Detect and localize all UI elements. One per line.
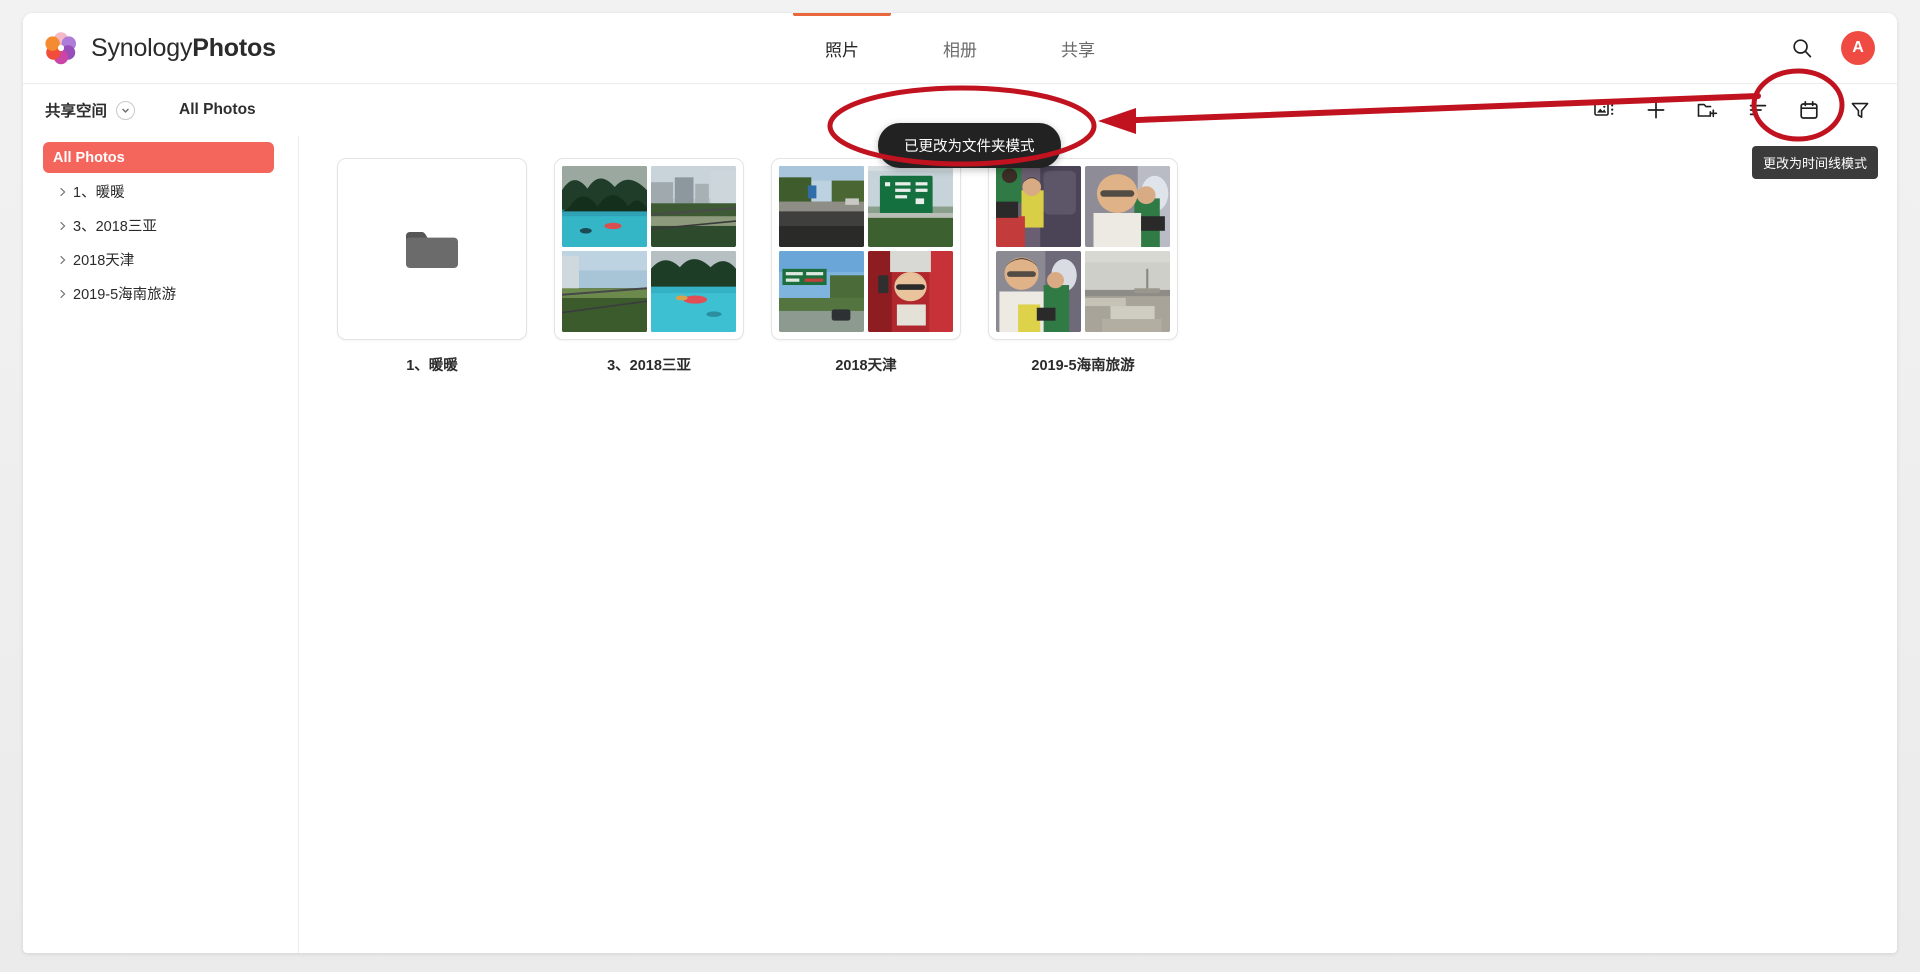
folder-title: 1、暖暖: [406, 358, 458, 374]
sidebar-item-all-photos[interactable]: All Photos: [43, 142, 274, 173]
tab-shared[interactable]: 共享: [1019, 13, 1137, 83]
toast-notification: 已更改为文件夹模式: [878, 123, 1061, 168]
folder-card[interactable]: 2018天津: [771, 158, 961, 375]
search-icon[interactable]: [1785, 31, 1819, 65]
photo-thumb-man-and-child-on-plane: [996, 251, 1081, 332]
gallery-view-icon[interactable]: [1588, 93, 1622, 127]
folder-card[interactable]: 2019-5海南旅游: [988, 158, 1178, 375]
chevron-right-icon[interactable]: [59, 255, 73, 265]
main-tabs: 照片 相册 共享: [23, 13, 1897, 83]
folder-thumbnail: [771, 158, 961, 340]
synology-photos-flower-logo: [44, 31, 78, 65]
folder-card[interactable]: 3、2018三亚: [554, 158, 744, 375]
sidebar-item-2018-sanya[interactable]: 3、2018三亚: [43, 210, 274, 241]
folder-card[interactable]: 1、暖暖: [337, 158, 527, 375]
thumbnail-mosaic: [989, 159, 1177, 339]
sidebar-item-label: All Photos: [53, 149, 125, 166]
chevron-right-icon[interactable]: [59, 187, 73, 197]
sidebar: All Photos 1、暖暖 3、2018三亚 2018天津 2019-5海南…: [23, 136, 299, 953]
tab-photos[interactable]: 照片: [783, 13, 901, 83]
new-folder-icon[interactable]: [1690, 93, 1724, 127]
photo-thumb-family-in-airplane-cabin: [996, 166, 1081, 247]
header-actions: A: [1785, 13, 1875, 83]
plus-icon[interactable]: [1639, 93, 1673, 127]
photo-thumb-airport-tarmac-view: [1085, 251, 1170, 332]
folder-icon: [406, 232, 458, 268]
sort-icon[interactable]: [1741, 93, 1775, 127]
photo-thumb-beach-railing-with-hedge: [562, 251, 647, 332]
sidebar-item-label: 2018天津: [73, 253, 135, 269]
avatar-initial: A: [1852, 39, 1864, 56]
tab-shared-label: 共享: [1061, 40, 1095, 60]
chevron-down-icon[interactable]: [116, 100, 136, 120]
app-header: SynologyPhotos 照片 相册 共享 A: [23, 13, 1897, 84]
sidebar-item-nuannuan[interactable]: 1、暖暖: [43, 176, 274, 207]
photo-thumb-swimming-pool-with-floats: [651, 251, 736, 332]
app-title: SynologyPhotos: [91, 34, 276, 63]
tooltip: 更改为时间线模式: [1752, 146, 1879, 179]
sidebar-item-2019-hainan[interactable]: 2019-5海南旅游: [43, 278, 274, 309]
brand-bold-text: Photos: [192, 33, 276, 62]
folder-thumbnail: [988, 158, 1178, 340]
photo-thumb-child-in-red-car-seat: [868, 251, 953, 332]
filter-icon[interactable]: [1843, 93, 1877, 127]
tab-albums-label: 相册: [943, 40, 977, 60]
breadcrumb[interactable]: All Photos: [179, 101, 256, 119]
photo-thumb-man-with-glasses-on-plane: [1085, 166, 1170, 247]
main-body: All Photos 1、暖暖 3、2018三亚 2018天津 2019-5海南…: [23, 136, 1897, 953]
synology-photos-window: SynologyPhotos 照片 相册 共享 A 共享空间 All Photo…: [23, 13, 1897, 953]
chevron-right-icon[interactable]: [59, 289, 73, 299]
folder-thumbnail: [337, 158, 527, 340]
avatar[interactable]: A: [1841, 31, 1875, 65]
chevron-right-icon[interactable]: [59, 221, 73, 231]
sidebar-item-label: 1、暖暖: [73, 185, 125, 201]
space-selector-label[interactable]: 共享空间: [45, 99, 107, 121]
folder-title: 2018天津: [835, 358, 897, 374]
photo-thumb-road-sign-and-blue-sky: [779, 251, 864, 332]
folder-title: 2019-5海南旅游: [1031, 358, 1135, 374]
thumbnail-mosaic: [772, 159, 960, 339]
app-brand: SynologyPhotos: [44, 31, 276, 65]
tab-photos-label: 照片: [825, 40, 859, 60]
folder-title: 3、2018三亚: [607, 358, 691, 374]
folder-grid: 1、暖暖 3、2018三亚 2018天津 2019-5海南旅游: [337, 158, 1897, 375]
photo-thumb-highway-road-from-car: [779, 166, 864, 247]
photo-thumb-green-road-sign-overhead: [868, 166, 953, 247]
sidebar-item-2018-tianjin[interactable]: 2018天津: [43, 244, 274, 275]
thumbnail-mosaic: [555, 159, 743, 339]
photo-thumb-seaside-buildings-and-walkway: [651, 166, 736, 247]
folder-thumbnail: [554, 158, 744, 340]
tab-albums[interactable]: 相册: [901, 13, 1019, 83]
sidebar-item-label: 2019-5海南旅游: [73, 287, 177, 303]
toast-message: 已更改为文件夹模式: [904, 139, 1035, 155]
calendar-icon[interactable]: [1792, 93, 1826, 127]
desktop-background: SynologyPhotos 照片 相册 共享 A 共享空间 All Photo…: [0, 0, 1920, 972]
folder-grid-area: 1、暖暖 3、2018三亚 2018天津 2019-5海南旅游: [299, 136, 1897, 953]
view-toolbar: [1588, 84, 1877, 136]
tooltip-message: 更改为时间线模式: [1763, 156, 1868, 171]
photo-thumb-resort-pool-with-palm-trees: [562, 166, 647, 247]
brand-light-text: Synology: [91, 33, 193, 62]
sidebar-item-label: 3、2018三亚: [73, 219, 157, 235]
